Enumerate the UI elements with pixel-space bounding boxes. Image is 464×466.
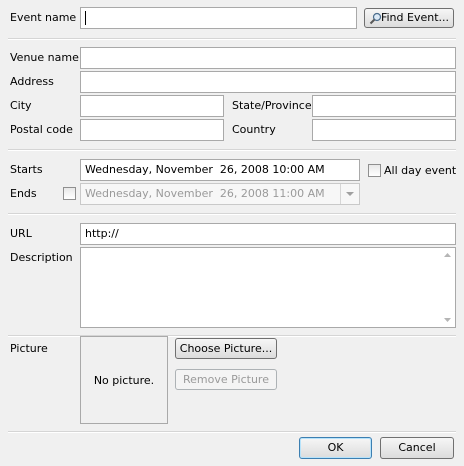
country-input[interactable] (312, 119, 456, 141)
chevron-down-icon (346, 192, 354, 196)
city-label: City (10, 99, 32, 112)
event-name-input[interactable] (80, 7, 357, 29)
scroll-down-arrow-icon[interactable] (444, 318, 451, 322)
starts-label: Starts (10, 163, 43, 176)
state-province-label: State/Province (232, 99, 312, 112)
scroll-up-arrow-icon[interactable] (444, 253, 451, 257)
state-province-input[interactable] (312, 95, 456, 117)
country-label: Country (232, 123, 276, 136)
address-label: Address (10, 75, 54, 88)
event-name-label: Event name (10, 11, 77, 24)
remove-picture-button: Remove Picture (175, 369, 277, 390)
picture-preview: No picture. (80, 336, 168, 424)
ends-dropdown-button (340, 184, 359, 204)
url-input[interactable]: http:// (80, 223, 456, 245)
ends-label: Ends (10, 187, 37, 200)
find-event-button[interactable]: Find Event... (364, 8, 454, 28)
url-label: URL (10, 227, 32, 240)
venue-name-input[interactable] (80, 47, 456, 69)
cancel-button[interactable]: Cancel (380, 437, 454, 459)
ends-datetime-input: Wednesday, November 26, 2008 11:00 AM (80, 183, 360, 205)
description-textarea[interactable] (80, 247, 456, 328)
separator (8, 431, 456, 433)
all-day-event-checkbox[interactable] (368, 164, 381, 177)
postal-code-label: Postal code (10, 123, 73, 136)
text-caret (85, 11, 86, 25)
ends-datetime-value: Wednesday, November 26, 2008 11:00 AM (85, 187, 325, 200)
ok-button[interactable]: OK (299, 437, 372, 459)
find-event-button-label: Find Event... (380, 11, 450, 24)
separator (8, 335, 456, 337)
city-input[interactable] (80, 95, 224, 117)
picture-label: Picture (10, 342, 48, 355)
address-input[interactable] (80, 71, 456, 93)
ends-checkbox[interactable] (63, 187, 76, 200)
description-label: Description (10, 251, 73, 264)
separator (8, 38, 456, 40)
choose-picture-button[interactable]: Choose Picture... (175, 338, 277, 359)
postal-code-input[interactable] (80, 119, 224, 141)
starts-datetime-input[interactable]: Wednesday, November 26, 2008 10:00 AM (80, 159, 360, 181)
separator (8, 213, 456, 215)
venue-name-label: Venue name (10, 51, 79, 64)
all-day-event-label: All day event (384, 164, 457, 177)
description-scrollbar[interactable] (439, 248, 455, 327)
starts-datetime-value: Wednesday, November 26, 2008 10:00 AM (85, 163, 325, 176)
url-value: http:// (85, 227, 119, 240)
separator (8, 149, 456, 151)
no-picture-text: No picture. (93, 374, 155, 387)
